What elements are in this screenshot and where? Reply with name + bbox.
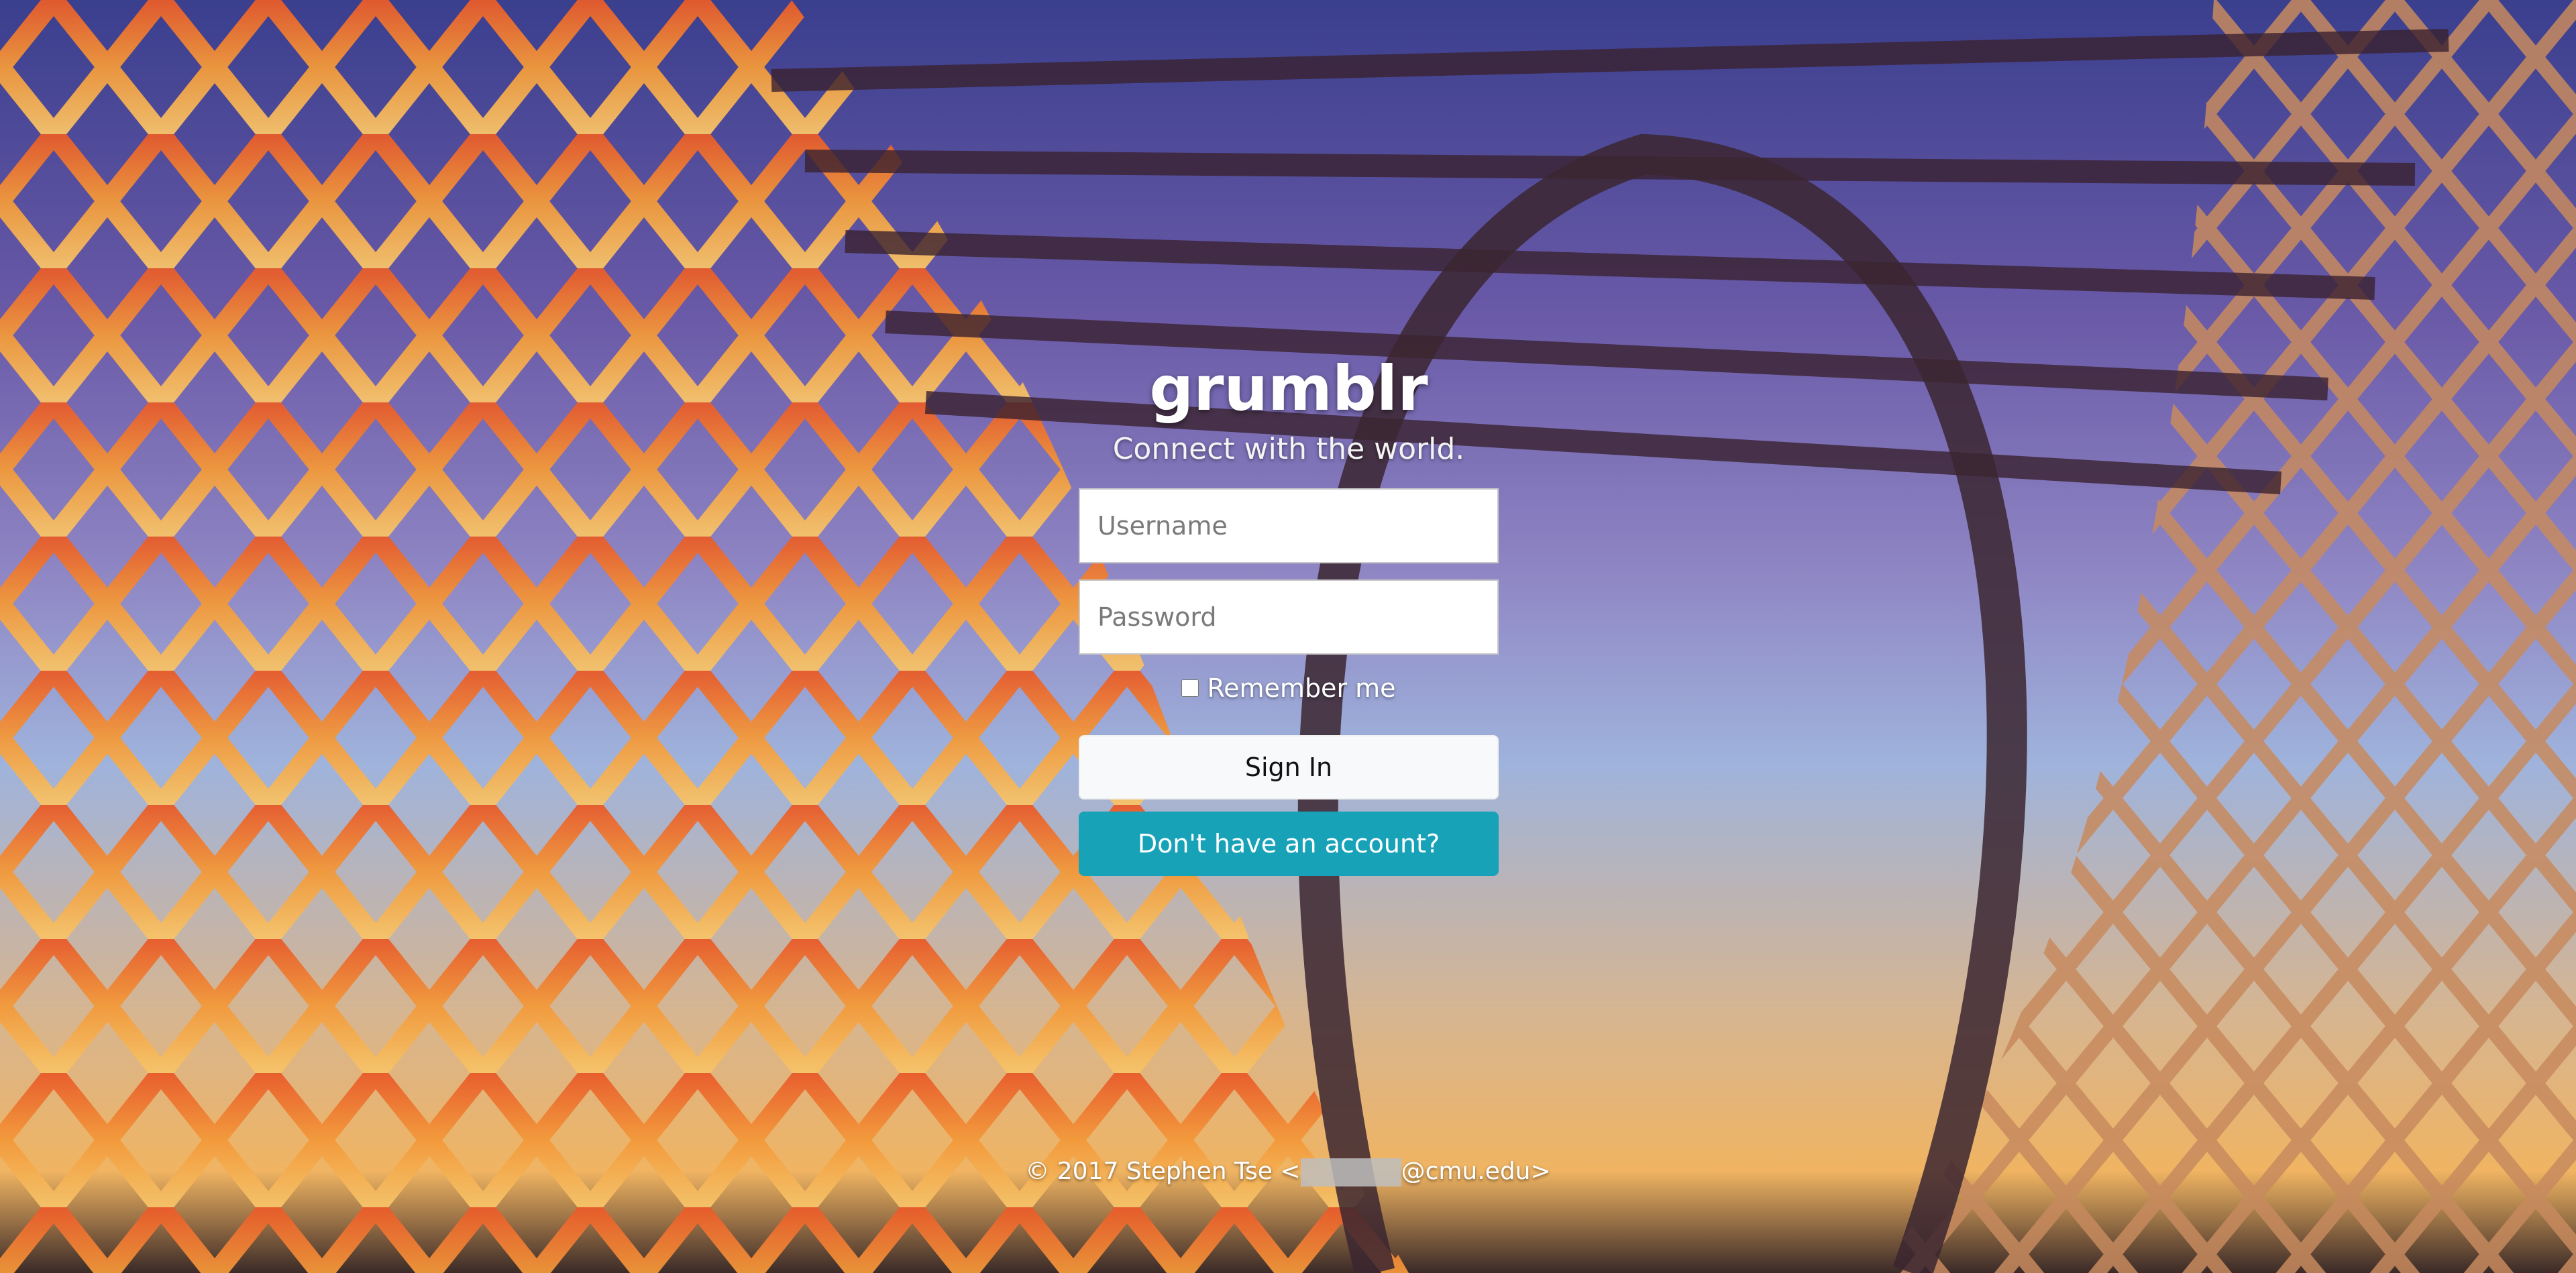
footer-email-domain: @cmu.edu> [1401,1158,1551,1185]
login-panel: grumblr Connect with the world. Remember… [1079,349,1499,876]
remember-me-checkbox[interactable] [1181,679,1199,697]
brand-title: grumblr [1149,353,1428,425]
password-input[interactable] [1079,579,1499,655]
sign-in-button[interactable]: Sign In [1079,735,1499,799]
remember-me-label: Remember me [1207,673,1396,703]
remember-me-row: Remember me [1079,668,1499,708]
tagline: Connect with the world. [1112,432,1465,466]
footer-copyright: © 2017 Stephen Tse < [1025,1158,1301,1185]
username-input[interactable] [1079,488,1499,563]
redacted-email-user [1300,1158,1401,1186]
footer: © 2017 Stephen Tse < @cmu.edu> [0,1155,2576,1188]
register-button[interactable]: Don't have an account? [1079,812,1499,876]
